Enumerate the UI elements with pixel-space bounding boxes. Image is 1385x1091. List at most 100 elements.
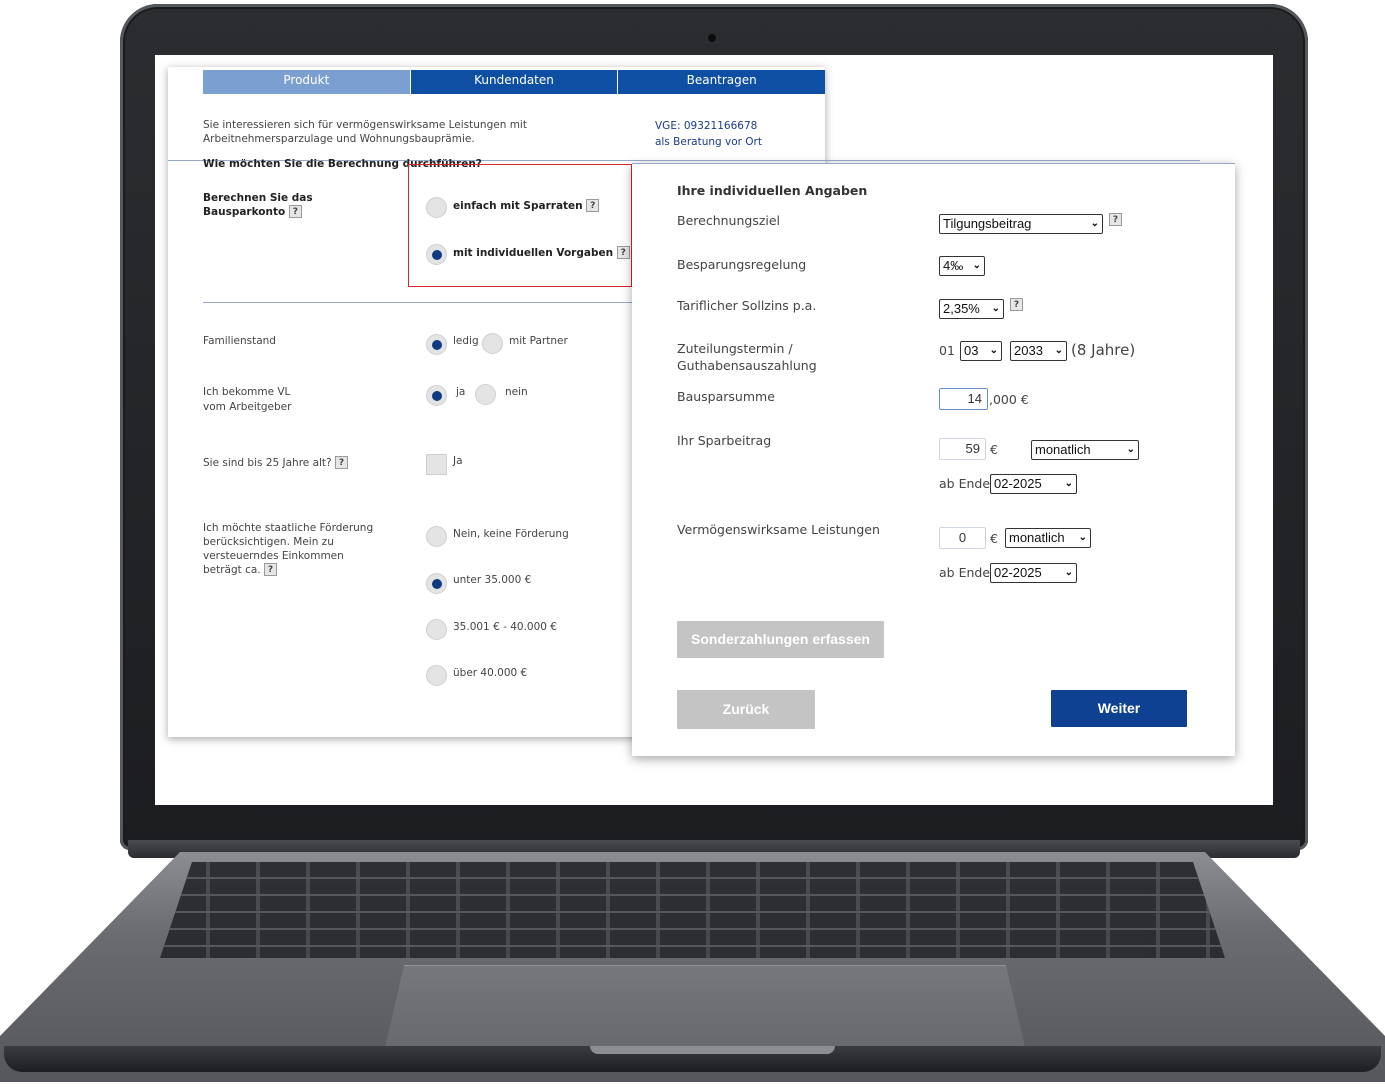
laptop-notch <box>590 1046 835 1054</box>
vl-ab-ende-select[interactable]: 02-2025 ⌄ <box>990 563 1077 583</box>
help-icon[interactable]: ? <box>264 563 278 576</box>
radio-unter-35000[interactable] <box>426 573 447 594</box>
radio-mit-partner[interactable] <box>482 333 503 354</box>
sonderzahlungen-button[interactable]: Sonderzahlungen erfassen <box>677 621 884 658</box>
ledig-label: ledig <box>453 335 479 347</box>
35001-40000-label: 35.001 € - 40.000 € <box>453 621 557 633</box>
chevron-down-icon: ⌄ <box>1064 478 1073 489</box>
unter-35000-label: unter 35.000 € <box>453 574 532 586</box>
zuteilung-years: (8 Jahre) <box>1071 341 1136 359</box>
next-button[interactable]: Weiter <box>1051 690 1187 727</box>
foerderung-label: Ich möchte staatliche Förderung berücksi… <box>203 521 378 577</box>
radio-35001-40000[interactable] <box>426 619 447 640</box>
age-checkbox[interactable] <box>426 454 447 475</box>
keyboard-rows <box>160 862 1225 958</box>
back-button[interactable]: Zurück <box>677 690 815 729</box>
age-label-text: Sie sind bis 25 Jahre alt? <box>203 457 332 469</box>
radio-vl-nein[interactable] <box>475 384 496 405</box>
vl-interval-value: monatlich <box>1009 530 1065 545</box>
step-tabs: Produkt Kundendaten Beantragen <box>203 70 826 94</box>
chevron-down-icon: ⌄ <box>1064 567 1073 578</box>
ueber-40000-label: über 40.000 € <box>453 667 528 679</box>
individuell-label: mit individuellen Vorgaben <box>453 247 614 259</box>
vl-label-1: Ich bekomme VL <box>203 386 291 398</box>
tab-produkt[interactable]: Produkt <box>203 70 411 94</box>
sparbeitrag-ab-ende-value: 02-2025 <box>994 476 1042 491</box>
chevron-down-icon: ⌄ <box>1090 218 1099 229</box>
vge-text: VGE: 09321166678 <box>655 120 758 132</box>
radio-vl-ja[interactable] <box>426 385 447 406</box>
chevron-down-icon: ⌄ <box>1078 532 1087 543</box>
age-check-label: Ja <box>453 455 463 467</box>
radio-einfach[interactable] <box>426 197 447 218</box>
sparbeitrag-ab-ende-label: ab Ende <box>939 476 991 491</box>
sparbeitrag-input[interactable]: 59 <box>939 438 986 460</box>
help-icon[interactable]: ? <box>1109 213 1122 226</box>
intro-text: Sie interessieren sich für vermögenswirk… <box>203 119 527 145</box>
calc-label: Berechnen Sie das Bausparkonto ? <box>203 191 313 219</box>
vl-ab-ende-label: ab Ende <box>939 565 991 580</box>
vl-currency: € <box>990 531 998 546</box>
einfach-option: einfach mit Sparraten ? <box>453 199 600 213</box>
highlight-box <box>408 164 632 287</box>
help-icon[interactable]: ? <box>616 246 630 259</box>
help-icon[interactable]: ? <box>288 205 302 218</box>
help-icon[interactable]: ? <box>334 456 348 469</box>
zuteilung-label-2: Guthabensauszahlung <box>677 358 817 373</box>
radio-ueber-40000[interactable] <box>426 665 447 686</box>
bausparsumme-label: Bausparsumme <box>677 389 775 404</box>
trackpad <box>385 965 1025 1047</box>
bausparsumme-suffix: ,000 € <box>989 392 1029 407</box>
panel-title: Ihre individuellen Angaben <box>677 183 868 198</box>
camera-icon <box>708 34 716 42</box>
chevron-down-icon: ⌄ <box>991 303 1000 314</box>
radio-individuell[interactable] <box>426 244 447 265</box>
vl-label-2: vom Arbeitgeber <box>203 401 292 413</box>
beratung-text: als Beratung vor Ort <box>655 136 762 148</box>
vl-interval-select[interactable]: monatlich ⌄ <box>1005 528 1091 548</box>
foerderung-label-text: Ich möchte staatliche Förderung berücksi… <box>203 522 374 576</box>
sparbeitrag-interval-value: monatlich <box>1035 442 1091 457</box>
keine-foerderung-label: Nein, keine Förderung <box>453 528 569 540</box>
sollzins-select[interactable]: 2,35% ⌄ <box>939 299 1004 319</box>
age-label: Sie sind bis 25 Jahre alt? ? <box>203 456 348 470</box>
tab-beantragen[interactable]: Beantragen <box>618 70 826 94</box>
sollzins-value: 2,35% <box>943 301 980 316</box>
besparung-value: 4‰ <box>943 258 964 273</box>
vl-nein-label: nein <box>505 386 528 398</box>
radio-ledig[interactable] <box>426 334 447 355</box>
zuteilung-year-select[interactable]: 2033 ⌄ <box>1010 341 1067 361</box>
mit-partner-label: mit Partner <box>509 335 568 347</box>
vl-input[interactable]: 0 <box>939 527 986 549</box>
individual-inputs-panel <box>632 163 1235 756</box>
chevron-down-icon: ⌄ <box>1054 345 1063 356</box>
berechnungsziel-select[interactable]: Tilgungsbeitrag ⌄ <box>939 214 1103 234</box>
bausparsumme-input[interactable]: 14 <box>939 388 988 410</box>
form-divider <box>203 302 633 303</box>
radio-keine-foerderung[interactable] <box>426 526 447 547</box>
zuteilung-year-value: 2033 <box>1014 343 1043 358</box>
besparung-label: Besparungsregelung <box>677 257 807 272</box>
berechnungsziel-value: Tilgungsbeitrag <box>943 216 1032 231</box>
sparbeitrag-label: Ihr Sparbeitrag <box>677 433 772 448</box>
chevron-down-icon: ⌄ <box>989 345 998 356</box>
chevron-down-icon: ⌄ <box>1126 444 1135 455</box>
sollzins-label: Tariflicher Sollzins p.a. <box>677 298 817 313</box>
einfach-label: einfach mit Sparraten <box>453 200 583 212</box>
help-icon[interactable]: ? <box>1010 298 1023 311</box>
vl-ab-ende-value: 02-2025 <box>994 565 1042 580</box>
vl-leistungen-label: Vermögenswirksame Leistungen <box>677 522 880 537</box>
zuteilung-day: 01 <box>939 343 955 358</box>
vl-ja-label: ja <box>456 386 466 398</box>
besparung-select[interactable]: 4‰ ⌄ <box>939 256 985 276</box>
zuteilung-month-select[interactable]: 03 ⌄ <box>960 341 1002 361</box>
familienstand-label: Familienstand <box>203 335 276 347</box>
chevron-down-icon: ⌄ <box>972 260 981 271</box>
help-icon[interactable]: ? <box>586 199 600 212</box>
sparbeitrag-interval-select[interactable]: monatlich ⌄ <box>1031 440 1139 460</box>
berechnungsziel-label: Berechnungsziel <box>677 213 781 228</box>
sparbeitrag-ab-ende-select[interactable]: 02-2025 ⌄ <box>990 474 1077 494</box>
zuteilung-month-value: 03 <box>964 343 979 358</box>
tab-kundendaten[interactable]: Kundendaten <box>410 70 619 94</box>
sparbeitrag-currency: € <box>990 442 998 457</box>
